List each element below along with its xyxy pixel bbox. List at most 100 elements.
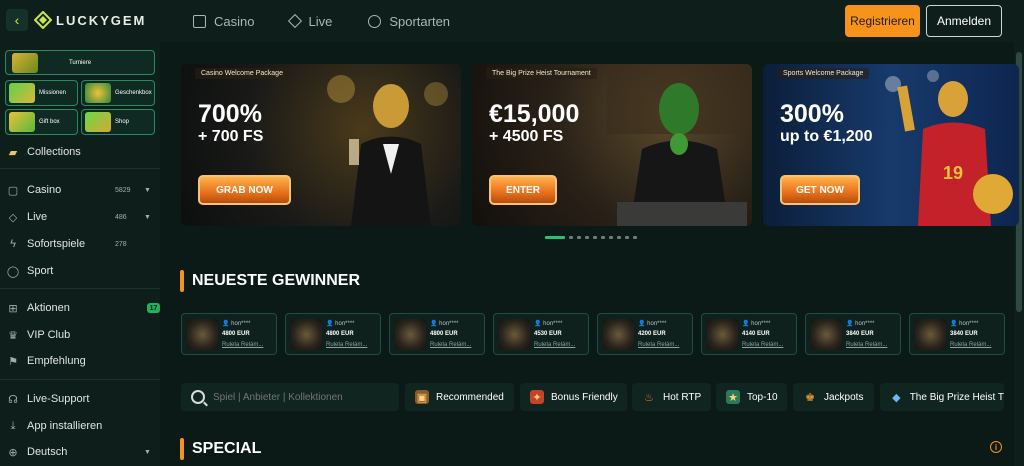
lightning-icon: ϟ <box>10 238 16 250</box>
carousel-dot[interactable] <box>593 236 597 239</box>
sidebar-item-empfehlung[interactable]: ⚑ Empfehlung <box>6 354 156 368</box>
carousel-dot[interactable] <box>633 236 637 239</box>
sidebar-item-live[interactable]: ◇ Live 486 ▼ <box>6 210 156 224</box>
winner-card[interactable]: 👤 hon**** 4800 EUR Ruleta Relám... <box>285 313 381 355</box>
winner-card[interactable]: 👤 hon**** 4800 EUR Ruleta Relám... <box>181 313 277 355</box>
promo-tile-geschenkbox[interactable]: Geschenkbox <box>81 80 155 106</box>
get-now-button[interactable]: GET NOW <box>780 175 860 205</box>
sidebar-item-label: Live-Support <box>27 393 90 405</box>
carousel-dot[interactable] <box>577 236 581 239</box>
promo-tile-label: Geschenkbox <box>115 90 152 96</box>
enter-button[interactable]: ENTER <box>489 175 557 205</box>
sidebar-item-label: Collections <box>27 146 81 158</box>
banner-subheadline: + 4500 FS <box>489 128 564 145</box>
nav-sportarten[interactable]: Sportarten <box>368 14 450 29</box>
winner-card[interactable]: 👤 hon**** 4140 EUR Ruleta Relám... <box>701 313 797 355</box>
section-title-text: NEUESTE GEWINNER <box>192 272 361 289</box>
promo-tile-shop[interactable]: Shop <box>81 109 155 135</box>
carousel-dot[interactable] <box>617 236 621 239</box>
section-accent-bar <box>180 270 184 292</box>
sidebar-item-label: Live <box>27 211 48 223</box>
winner-game-link[interactable]: Ruleta Relám... <box>742 342 783 348</box>
banner-subheadline: up to €1,200 <box>780 128 873 145</box>
register-button[interactable]: Registrieren <box>845 5 920 37</box>
game-thumbnail <box>395 319 426 350</box>
promo-tile-label: Missionen <box>39 90 67 96</box>
nav-casino[interactable]: Casino <box>193 14 254 29</box>
carousel-dot[interactable] <box>609 236 613 239</box>
sidebar-item-live-support[interactable]: ☊ Live-Support <box>6 392 156 406</box>
search-input[interactable] <box>213 391 393 403</box>
winner-amount: 4800 EUR <box>430 331 458 337</box>
info-icon[interactable]: i <box>990 441 1002 453</box>
chevron-down-icon[interactable]: ▼ <box>144 449 151 456</box>
fire-icon: ♨ <box>644 391 654 404</box>
section-title-text: SPECIAL <box>192 440 262 457</box>
nav-live[interactable]: Live <box>288 14 332 29</box>
winner-game-link[interactable]: Ruleta Relám... <box>430 342 471 348</box>
winner-amount: 3840 EUR <box>950 331 978 337</box>
sidebar-item-casino[interactable]: ▢ Casino 5829 ▼ <box>6 183 156 197</box>
winner-card[interactable]: 👤 hon**** 3840 EUR Ruleta Relám... <box>909 313 1005 355</box>
filter-recommended[interactable]: ▣ Recommended <box>405 383 514 411</box>
winner-username: 👤 hon**** <box>326 321 355 327</box>
chevron-down-icon[interactable]: ▼ <box>144 187 151 194</box>
winner-username: 👤 hon**** <box>742 321 771 327</box>
winner-card[interactable]: 👤 hon**** 3840 EUR Ruleta Relám... <box>805 313 901 355</box>
mission-icon <box>9 83 35 103</box>
filter-label: Hot RTP <box>663 391 702 403</box>
filter-label: Jackpots <box>824 391 864 403</box>
grab-now-button[interactable]: GRAB NOW <box>198 175 291 205</box>
banner-sports-welcome[interactable]: 19 Sports Welcome Package 300% up to €1,… <box>763 64 1019 226</box>
banner-big-prize-heist[interactable]: The Big Prize Heist Tournament €15,000 +… <box>472 64 752 226</box>
top-bar: ‹ LUCKYGEM Casino Live Sportarten Regist… <box>0 0 1024 42</box>
language-label: Deutsch <box>27 446 68 458</box>
winner-card[interactable]: 👤 hon**** 4200 EUR Ruleta Relám... <box>597 313 693 355</box>
sidebar-item-aktionen[interactable]: ⊞ Aktionen 17 <box>6 301 160 315</box>
winner-game-link[interactable]: Ruleta Relám... <box>534 342 575 348</box>
filter-top-10[interactable]: ★ Top-10 <box>716 383 787 411</box>
sidebar-item-label: Empfehlung <box>27 355 86 367</box>
game-search[interactable] <box>181 383 399 411</box>
winner-game-link[interactable]: Ruleta Relám... <box>846 342 887 348</box>
carousel-dot[interactable] <box>569 236 573 239</box>
filter-big-prize-heist[interactable]: ◆ The Big Prize Heist T <box>880 383 1004 411</box>
game-count: 278 <box>115 240 127 248</box>
promo-tile-gift-box[interactable]: Gift box <box>5 109 78 135</box>
sidebar-item-vip-club[interactable]: ♛ VIP Club <box>6 328 156 342</box>
logo[interactable]: LUCKYGEM <box>34 11 146 29</box>
sidebar-item-collections[interactable]: ▰ Collections <box>6 145 156 159</box>
sidebar-item-app-install[interactable]: ⤓ App installieren <box>6 419 156 433</box>
carousel-dot[interactable] <box>545 236 565 239</box>
winner-card[interactable]: 👤 hon**** 4800 EUR Ruleta Relám... <box>389 313 485 355</box>
carousel-dot[interactable] <box>625 236 629 239</box>
winner-game-link[interactable]: Ruleta Relám... <box>326 342 367 348</box>
collapse-sidebar-button[interactable]: ‹ <box>6 9 28 31</box>
trophy-icon <box>12 53 38 73</box>
globe-icon: ⊕ <box>8 446 18 459</box>
sidebar-item-sofortspiele[interactable]: ϟ Sofortspiele 278 <box>6 237 156 251</box>
carousel-dot[interactable] <box>601 236 605 239</box>
logo-text: LUCKYGEM <box>56 12 147 28</box>
winner-game-link[interactable]: Ruleta Relám... <box>638 342 679 348</box>
sport-icon <box>368 14 382 28</box>
login-button[interactable]: Anmelden <box>926 5 1002 37</box>
nav-sportarten-label: Sportarten <box>389 13 451 29</box>
winner-game-link[interactable]: Ruleta Relám... <box>950 342 991 348</box>
promo-tile-missionen[interactable]: Missionen <box>5 80 78 106</box>
game-count: 486 <box>115 213 127 221</box>
winner-username: 👤 hon**** <box>846 321 875 327</box>
winner-game-link[interactable]: Ruleta Relám... <box>222 342 263 348</box>
chevron-down-icon[interactable]: ▼ <box>144 214 151 221</box>
promo-tile-label: Shop <box>115 119 130 125</box>
sidebar-item-sport[interactable]: ◯ Sport <box>6 264 156 278</box>
game-thumbnail <box>707 319 738 350</box>
carousel-dot[interactable] <box>585 236 589 239</box>
filter-jackpots[interactable]: ♚ Jackpots <box>793 383 874 411</box>
filter-bonus-friendly[interactable]: ✦ Bonus Friendly <box>520 383 627 411</box>
winner-card[interactable]: 👤 hon**** 4530 EUR Ruleta Relám... <box>493 313 589 355</box>
promo-tile-turniere[interactable]: Turniere <box>5 50 155 75</box>
language-selector[interactable]: ⊕ Deutsch ▼ <box>6 445 156 459</box>
banner-casino-welcome[interactable]: Casino Welcome Package 700% + 700 FS GRA… <box>181 64 461 226</box>
filter-hot-rtp[interactable]: ♨ Hot RTP <box>632 383 711 411</box>
